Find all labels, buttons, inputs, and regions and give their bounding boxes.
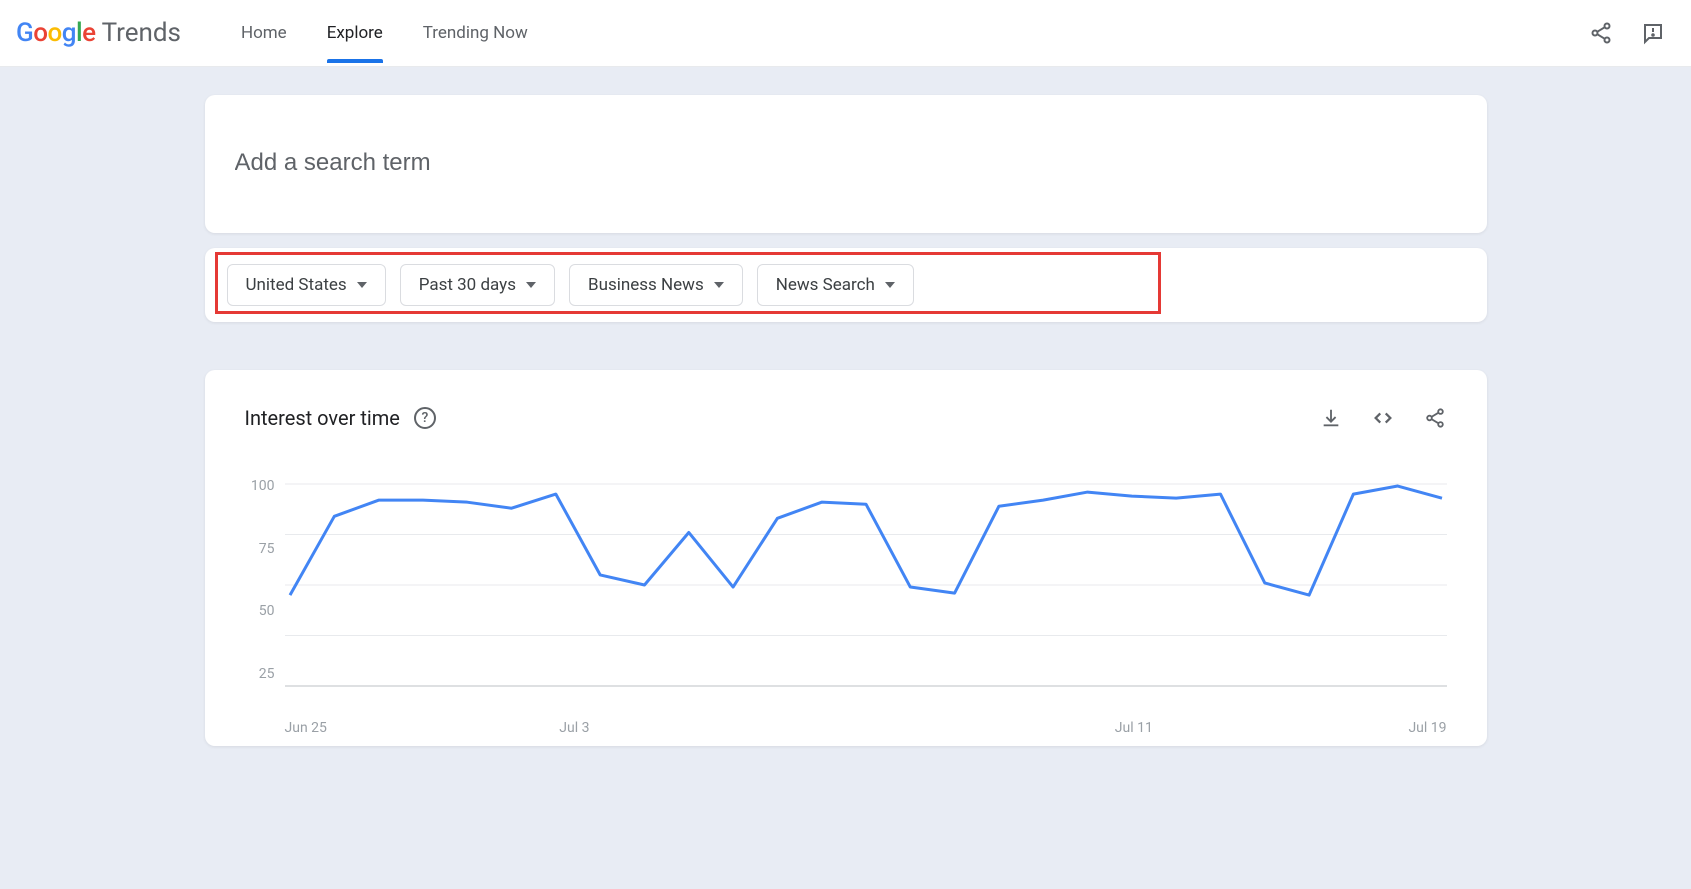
logo-google: Google [16,18,96,48]
nav: Home Explore Trending Now [241,3,528,63]
feedback-icon[interactable] [1641,21,1665,45]
download-icon[interactable] [1319,406,1343,430]
nav-explore[interactable]: Explore [327,3,383,63]
filters-row: United States Past 30 days Business News… [227,264,1465,306]
x-tick: Jul 3 [559,720,589,736]
plot-area: Jun 25 Jul 3 Jul 11 Jul 19 [285,478,1447,736]
share-icon[interactable] [1589,21,1613,45]
chart-actions [1319,406,1447,430]
filter-category[interactable]: Business News [569,264,743,306]
filter-time[interactable]: Past 30 days [400,264,555,306]
filter-geo-label: United States [246,275,347,295]
logo[interactable]: Google Trends [16,18,181,48]
filter-search-type-label: News Search [776,275,875,295]
logo-product: Trends [102,18,181,48]
embed-icon[interactable] [1371,406,1395,430]
filter-category-label: Business News [588,275,704,295]
filters-card: United States Past 30 days Business News… [205,248,1487,322]
y-axis: 100 75 50 25 [245,478,285,682]
chart-svg [285,478,1447,710]
y-tick: 25 [245,666,275,682]
header-actions [1589,21,1675,45]
page-body: United States Past 30 days Business News… [0,67,1691,889]
chevron-down-icon [526,282,536,288]
filter-search-type[interactable]: News Search [757,264,914,306]
nav-trending-now[interactable]: Trending Now [423,3,528,63]
x-axis: Jun 25 Jul 3 Jul 11 Jul 19 [285,710,1447,736]
share-chart-icon[interactable] [1423,406,1447,430]
filter-time-label: Past 30 days [419,275,516,295]
chart-header: Interest over time ? [245,406,1447,430]
y-tick: 50 [245,603,275,619]
chart-card: Interest over time ? 100 [205,370,1487,746]
header: Google Trends Home Explore Trending Now [0,0,1691,67]
chart-body: 100 75 50 25 Jun 25 Jul 3 Jul 11 Jul 19 [245,478,1447,736]
y-tick: 100 [245,478,275,494]
x-tick: Jul 11 [1115,720,1153,736]
search-input[interactable] [235,149,1457,177]
x-tick: Jun 25 [285,720,327,736]
search-card [205,95,1487,233]
filter-geo[interactable]: United States [227,264,386,306]
chart-title: Interest over time [245,406,400,430]
chevron-down-icon [357,282,367,288]
help-icon[interactable]: ? [414,407,436,429]
y-tick: 75 [245,541,275,557]
chevron-down-icon [885,282,895,288]
nav-home[interactable]: Home [241,3,287,63]
chevron-down-icon [714,282,724,288]
x-tick: Jul 19 [1408,720,1446,736]
